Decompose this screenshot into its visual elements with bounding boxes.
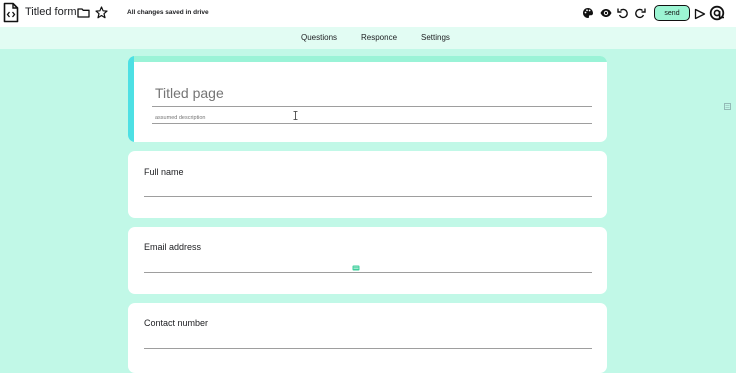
eye-icon[interactable] xyxy=(600,7,612,19)
top-bar: Titled form All changes saved in drive s… xyxy=(0,0,736,27)
save-status: All changes saved in drive xyxy=(127,9,209,16)
tab-responses[interactable]: Responce xyxy=(361,33,397,42)
page-title-input[interactable]: Titled page xyxy=(155,85,224,101)
form-title[interactable]: Titled form xyxy=(25,6,77,18)
redo-icon[interactable] xyxy=(634,7,646,19)
side-tool-icon[interactable] xyxy=(724,103,731,110)
question-card-full-name[interactable] xyxy=(128,151,607,218)
question-label: Full name xyxy=(144,167,184,177)
tab-questions[interactable]: Questions xyxy=(301,33,337,42)
send-button[interactable]: send xyxy=(654,5,690,21)
answer-line xyxy=(144,272,592,273)
question-label: Email address xyxy=(144,242,202,252)
undo-icon[interactable] xyxy=(617,7,629,19)
logo-icon[interactable] xyxy=(709,5,725,21)
question-card-email[interactable] xyxy=(128,227,607,294)
star-icon[interactable] xyxy=(95,6,108,19)
folder-icon[interactable] xyxy=(77,6,90,19)
tab-settings[interactable]: Settings xyxy=(421,33,450,42)
tab-bar: Questions Responce Settings xyxy=(0,27,736,49)
answer-line xyxy=(144,196,592,197)
text-cursor-icon xyxy=(293,111,298,120)
palette-icon[interactable] xyxy=(582,7,594,19)
answer-line xyxy=(144,348,592,349)
description-underline xyxy=(152,123,592,124)
page-title-underline xyxy=(152,106,592,107)
send-arrow-icon[interactable] xyxy=(694,8,706,20)
form-doc-icon[interactable] xyxy=(3,2,19,23)
title-card-selected-accent xyxy=(128,56,134,142)
question-label: Contact number xyxy=(144,318,209,328)
drag-handle-icon[interactable] xyxy=(352,265,360,271)
title-card-top-accent xyxy=(128,56,607,62)
description-input[interactable]: assumed description xyxy=(155,115,205,121)
question-card-contact[interactable] xyxy=(128,303,607,373)
